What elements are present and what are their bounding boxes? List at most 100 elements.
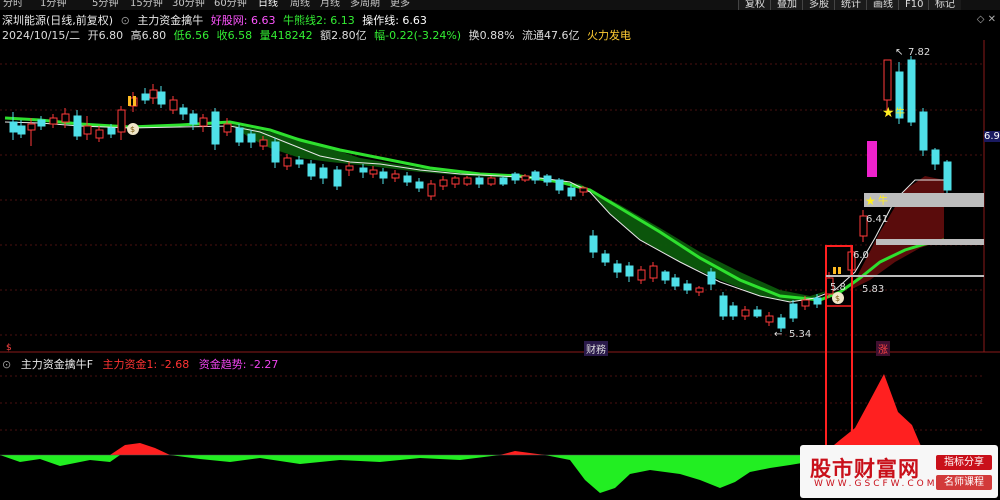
fund-negative-area	[0, 455, 120, 466]
teacher-course-button[interactable]: 名师课程	[936, 475, 992, 490]
candle-body	[753, 309, 762, 317]
purple-signal-bar	[867, 141, 877, 177]
candle-body	[37, 119, 46, 127]
candle-body	[883, 59, 892, 101]
operation-line	[4, 121, 944, 303]
candle-body	[9, 121, 18, 133]
candle-body	[931, 149, 940, 165]
candle-body	[567, 187, 576, 197]
candle-body	[307, 163, 316, 177]
fund-flow-area	[0, 374, 926, 493]
candle-body	[555, 179, 564, 191]
fund-positive-area	[822, 374, 926, 455]
candle-body	[117, 109, 126, 133]
star-icon: ★	[882, 105, 895, 121]
candle-body	[511, 173, 520, 181]
high-arrow-icon: ↖	[895, 47, 903, 58]
financial-report-marker[interactable]: 财務	[584, 341, 608, 356]
signal-bar	[133, 96, 136, 106]
resistance-bar-mid	[876, 239, 984, 245]
candle-body	[379, 171, 388, 179]
bull-marker-label: 牛	[878, 194, 888, 207]
candle-body	[61, 113, 70, 123]
candle-body	[179, 107, 188, 115]
candle-body	[141, 93, 150, 101]
price-label-58: 5.8	[830, 282, 846, 293]
candle-body	[813, 297, 822, 305]
candle-body	[319, 167, 328, 179]
candle-body	[543, 175, 552, 183]
candle-body	[579, 187, 588, 193]
candle-body	[475, 177, 484, 185]
candle-body	[169, 99, 178, 111]
candle-body	[107, 127, 116, 135]
candle-body	[683, 283, 692, 291]
price-label-641: 6.41	[866, 214, 888, 225]
candle-body	[613, 263, 622, 273]
sub-indicator-header: ⊙ 主力资金擒牛F 主力资金1: -2.68 资金趋势: -2.27	[2, 356, 284, 372]
candle-body	[259, 139, 268, 147]
candle-body	[661, 271, 670, 281]
signal-bar	[128, 96, 131, 106]
watermark-url: WWW.GSCFW.COM	[814, 479, 938, 489]
candle-body	[295, 159, 304, 165]
candle-body	[765, 315, 774, 323]
candle-body	[439, 179, 448, 187]
fund-negative-area	[545, 455, 830, 493]
candle-body	[223, 123, 232, 133]
fund-positive-area	[110, 443, 170, 455]
candle-body	[729, 305, 738, 317]
candle-body	[157, 91, 166, 105]
candle-body	[211, 111, 220, 145]
kline-chart[interactable]: ★ ★ 牛 牛 $ $ ↖ 7.82 ← 5.34 6.41 6.0 5.8 5…	[0, 0, 1000, 500]
candle-body	[777, 317, 786, 329]
candle-body	[95, 129, 104, 139]
candle-body	[359, 167, 368, 173]
stock-chart-app: 分时 1分钟 5分钟 15分钟 30分钟 60分钟 日线 周线 月线 多周期 更…	[0, 0, 1000, 500]
candle-body	[589, 235, 598, 253]
sub-indicator-name[interactable]: 主力资金擒牛F	[21, 358, 93, 371]
candle-body	[499, 177, 508, 185]
signal-bar	[838, 267, 841, 274]
candle-body	[601, 253, 610, 263]
candle-body	[369, 169, 378, 175]
candle-body	[707, 271, 716, 285]
candle-body	[83, 125, 92, 135]
high-price-label: 7.82	[908, 47, 930, 58]
candle-body	[333, 169, 342, 187]
candle-body	[451, 177, 460, 185]
main-fund-value: 主力资金1: -2.68	[102, 358, 190, 371]
candle-body	[271, 141, 280, 163]
price-label-60: 6.0	[853, 250, 869, 261]
candle-body	[391, 173, 400, 179]
watermark-badge: 股市财富网 WWW.GSCFW.COM 指标分享 名师课程	[800, 445, 998, 498]
candle-body	[17, 125, 26, 135]
candle-body	[49, 117, 58, 125]
candle-body	[531, 171, 540, 181]
candle-body	[741, 309, 750, 317]
candle-body	[695, 287, 704, 293]
candle-body	[345, 165, 354, 171]
fund-negative-area	[170, 455, 500, 464]
dollar-marker: $	[6, 343, 12, 353]
toggle-icon[interactable]: ⊙	[2, 358, 11, 371]
limit-up-marker[interactable]: 涨	[876, 341, 890, 356]
low-price-label: 5.34	[789, 329, 811, 340]
candle-body	[283, 157, 292, 167]
candle-body	[189, 113, 198, 125]
candle-body	[415, 181, 424, 189]
candle-body	[919, 111, 928, 151]
price-label-583: 5.83	[862, 284, 884, 295]
share-indicator-button[interactable]: 指标分享	[936, 455, 992, 470]
candle-body	[149, 89, 158, 99]
candle-body	[719, 295, 728, 317]
candle-body	[649, 265, 658, 279]
fund-trend-value: 资金趋势: -2.27	[198, 358, 279, 371]
signal-bar	[833, 267, 836, 274]
candle-body	[789, 303, 798, 319]
money-bag-icon-glyph: $	[835, 294, 840, 303]
candle-body	[199, 117, 208, 127]
candle-body	[487, 177, 496, 185]
bull-bear-line	[4, 116, 945, 302]
right-axis-price: 6.9	[984, 131, 1000, 142]
